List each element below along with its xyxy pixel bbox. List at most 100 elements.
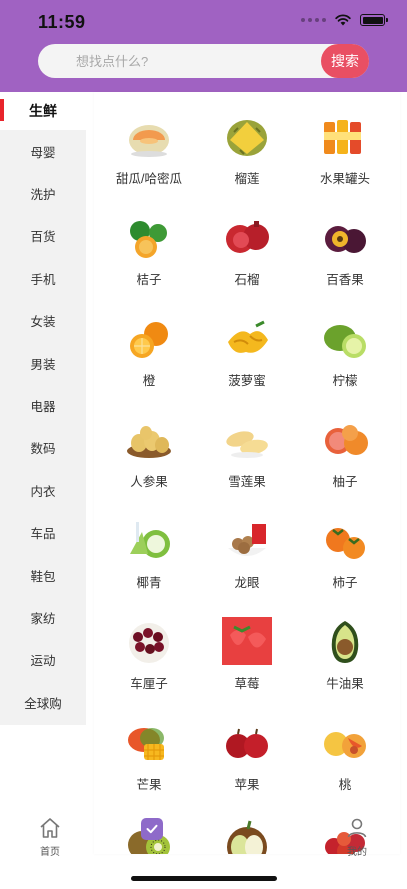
search-input[interactable] bbox=[76, 44, 306, 78]
melon-icon bbox=[122, 110, 176, 162]
signal-icon bbox=[301, 18, 326, 22]
product-category-label: 柚子 bbox=[332, 475, 358, 489]
product-category-item[interactable]: 榴莲 bbox=[200, 104, 294, 205]
product-category-label: 人参果 bbox=[130, 475, 168, 489]
product-category-item[interactable]: 橙 bbox=[102, 306, 196, 407]
product-category-item[interactable]: 椰青 bbox=[102, 508, 196, 609]
apple-icon bbox=[220, 716, 274, 768]
product-category-item[interactable]: 车厘子 bbox=[102, 609, 196, 710]
search-bar: 搜索 bbox=[38, 44, 369, 78]
product-category-item[interactable]: 柿子 bbox=[298, 508, 392, 609]
sidebar-item[interactable]: 电器 bbox=[0, 384, 86, 426]
product-category-item[interactable]: 石榴 bbox=[200, 205, 294, 306]
sidebar-item[interactable]: 女装 bbox=[0, 300, 86, 342]
sidebar-item[interactable]: 内衣 bbox=[0, 469, 86, 511]
category-screen: 11:59 搜索 生鲜母婴洗护百货手机女装男装电器数码内衣车品鞋包家纺运动全球购… bbox=[0, 0, 407, 889]
product-category-label: 芒果 bbox=[136, 778, 162, 792]
strawberry-icon bbox=[220, 615, 274, 667]
product-category-label: 椰青 bbox=[136, 576, 162, 590]
product-category-item[interactable]: 菠萝蜜 bbox=[200, 306, 294, 407]
product-category-label: 桔子 bbox=[136, 273, 162, 287]
product-category-item[interactable]: 草莓 bbox=[200, 609, 294, 710]
product-category-item[interactable]: 人参果 bbox=[102, 407, 196, 508]
product-grid: 甜瓜/哈密瓜 榴莲 水果罐头桔子 石榴 百香果橙 菠萝蜜 柠檬人参果 雪莲果 柚子椰青 龙眼 柿子车… bbox=[94, 92, 400, 854]
canned-fruit-icon bbox=[318, 110, 372, 162]
product-category-item[interactable]: 柚子 bbox=[298, 407, 392, 508]
sidebar-item[interactable]: 鞋包 bbox=[0, 554, 86, 596]
product-category-item[interactable]: 水果罐头 bbox=[298, 104, 392, 205]
tab-bar: 首页 我的 bbox=[0, 810, 407, 858]
product-panel: 甜瓜/哈密瓜 榴莲 水果罐头桔子 石榴 百香果橙 菠萝蜜 柠檬人参果 雪莲果 柚子椰青 龙眼 柿子车… bbox=[94, 92, 400, 854]
user-icon bbox=[345, 816, 369, 840]
battery-icon bbox=[360, 14, 388, 26]
product-category-label: 车厘子 bbox=[130, 677, 168, 691]
avocado-icon bbox=[318, 615, 372, 667]
product-category-item[interactable]: 雪莲果 bbox=[200, 407, 294, 508]
sidebar-item[interactable]: 全球购 bbox=[0, 681, 86, 723]
mango-icon bbox=[122, 716, 176, 768]
product-category-item[interactable]: 桃 bbox=[298, 710, 392, 811]
sidebar-item[interactable]: 车品 bbox=[0, 512, 86, 554]
product-category-label: 水果罐头 bbox=[319, 172, 370, 186]
passion-fruit-icon bbox=[318, 211, 372, 263]
product-category-item[interactable]: 柠檬 bbox=[298, 306, 392, 407]
pomegranate-icon bbox=[220, 211, 274, 263]
coconut-icon bbox=[122, 514, 176, 566]
product-category-label: 百香果 bbox=[326, 273, 364, 287]
product-category-label: 苹果 bbox=[234, 778, 260, 792]
product-category-label: 榴莲 bbox=[234, 172, 260, 186]
grapefruit-icon bbox=[318, 413, 372, 465]
sidebar-item[interactable]: 运动 bbox=[0, 639, 86, 681]
peach-icon bbox=[318, 716, 372, 768]
lemon-icon bbox=[318, 312, 372, 364]
product-category-label: 草莓 bbox=[234, 677, 260, 691]
home-icon bbox=[38, 816, 62, 840]
sidebar-item[interactable]: 生鲜 bbox=[0, 92, 86, 130]
product-category-label: 柠檬 bbox=[332, 374, 358, 388]
longan-icon bbox=[220, 514, 274, 566]
header: 11:59 搜索 bbox=[0, 0, 407, 92]
sidebar-item[interactable]: 男装 bbox=[0, 342, 86, 384]
product-category-item[interactable]: 桔子 bbox=[102, 205, 196, 306]
sidebar-item[interactable]: 家纺 bbox=[0, 596, 86, 638]
product-category-label: 柿子 bbox=[332, 576, 358, 590]
status-icons bbox=[301, 14, 388, 26]
search-button[interactable]: 搜索 bbox=[321, 44, 369, 78]
product-category-item[interactable]: 甜瓜/哈密瓜 bbox=[102, 104, 196, 205]
sidebar-item[interactable]: 手机 bbox=[0, 257, 86, 299]
product-category-item[interactable]: 百香果 bbox=[298, 205, 392, 306]
yacon-icon bbox=[220, 413, 274, 465]
product-category-item[interactable]: 牛油果 bbox=[298, 609, 392, 710]
check-badge-icon bbox=[141, 818, 163, 840]
tangerine-icon bbox=[122, 211, 176, 263]
home-indicator bbox=[131, 876, 277, 881]
sidebar-item[interactable]: 洗护 bbox=[0, 172, 86, 214]
product-category-label: 石榴 bbox=[234, 273, 260, 287]
status-time: 11:59 bbox=[38, 12, 86, 32]
product-category-item[interactable]: 芒果 bbox=[102, 710, 196, 811]
tab-home[interactable]: 首页 bbox=[25, 816, 75, 858]
pepino-icon bbox=[122, 413, 176, 465]
jackfruit-icon bbox=[220, 312, 274, 364]
sidebar-item[interactable]: 数码 bbox=[0, 427, 86, 469]
product-category-label: 甜瓜/哈密瓜 bbox=[116, 172, 182, 186]
product-category-label: 牛油果 bbox=[326, 677, 364, 691]
cherry-icon bbox=[122, 615, 176, 667]
persimmon-icon bbox=[318, 514, 372, 566]
product-category-label: 龙眼 bbox=[234, 576, 260, 590]
product-category-item[interactable]: 苹果 bbox=[200, 710, 294, 811]
durian-icon bbox=[220, 110, 274, 162]
tab-me[interactable]: 我的 bbox=[332, 816, 382, 858]
tab-me-label: 我的 bbox=[347, 847, 367, 858]
product-category-label: 橙 bbox=[142, 374, 156, 388]
category-sidebar: 生鲜 母婴 洗护 百货 手机 女装 男装 电器 数码 内衣 车品 鞋包 家纺 运动 全球购 bbox=[0, 92, 86, 725]
product-category-item[interactable]: 龙眼 bbox=[200, 508, 294, 609]
sidebar-item[interactable]: 母婴 bbox=[0, 130, 86, 172]
wifi-icon bbox=[335, 14, 351, 26]
product-category-label: 菠萝蜜 bbox=[228, 374, 266, 388]
product-category-label: 雪莲果 bbox=[228, 475, 266, 489]
tab-home-label: 首页 bbox=[40, 847, 60, 858]
sidebar-item[interactable]: 百货 bbox=[0, 215, 86, 257]
product-category-label: 桃 bbox=[338, 778, 352, 792]
orange-icon bbox=[122, 312, 176, 364]
